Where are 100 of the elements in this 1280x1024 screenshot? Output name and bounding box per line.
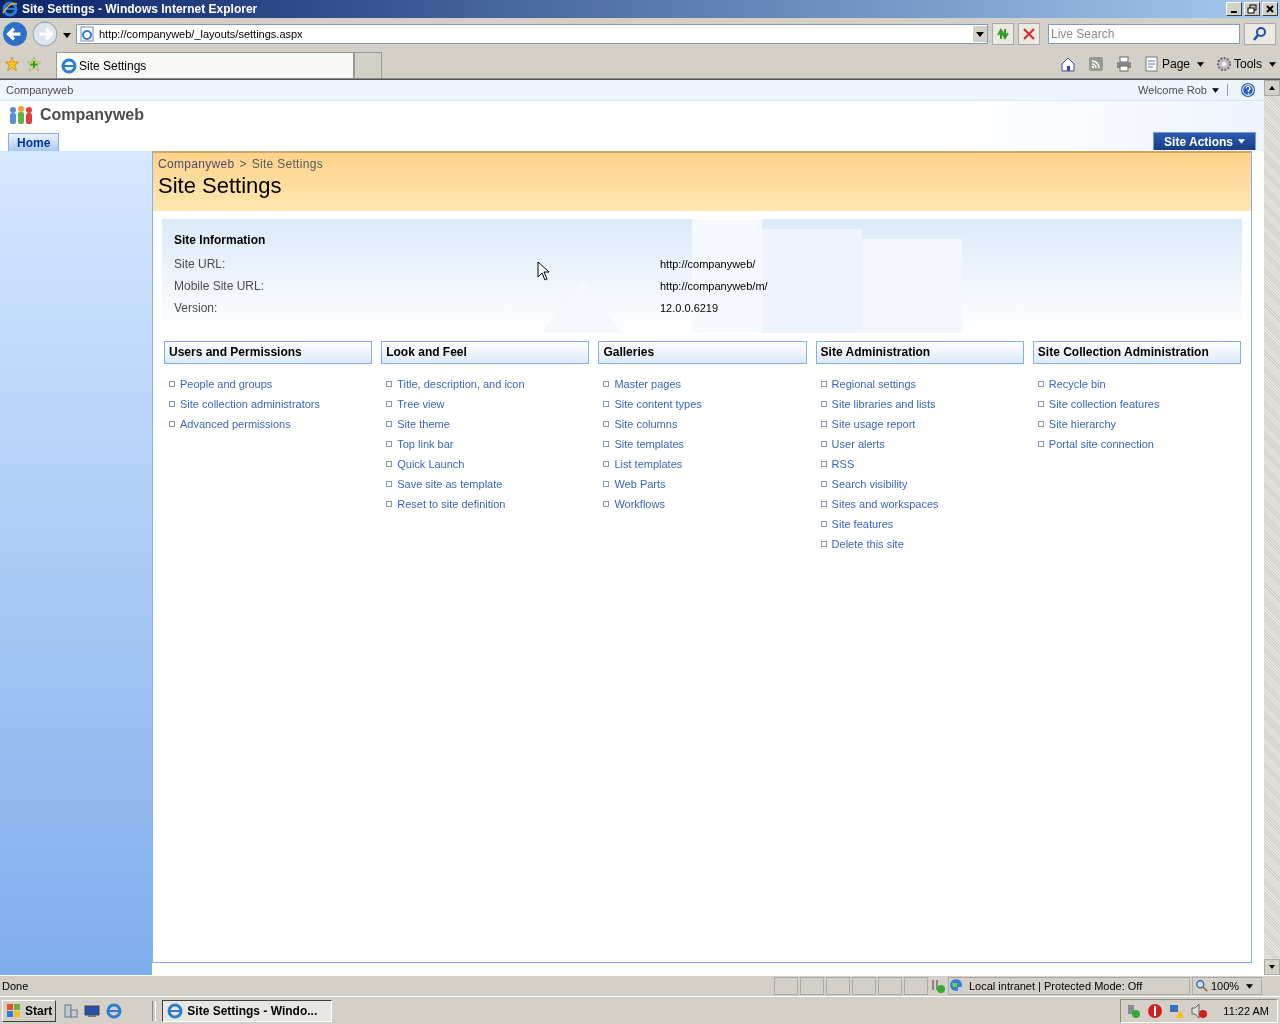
info-value: http://companyweb/m/: [660, 280, 768, 292]
magnifier-icon: [1195, 979, 1209, 993]
favorites-star-icon[interactable]: [4, 56, 20, 72]
section-header: Site Collection Administration: [1032, 341, 1241, 364]
rss-feed-icon[interactable]: [1087, 56, 1104, 72]
welcome-menu[interactable]: Welcome Rob: [1138, 84, 1219, 96]
server-manager-icon[interactable]: [62, 1002, 79, 1019]
add-favorite-icon[interactable]: [26, 56, 42, 72]
desktop-icon[interactable]: [84, 1002, 101, 1019]
settings-link[interactable]: Reset to site definition: [397, 498, 506, 510]
stop-button[interactable]: [1018, 23, 1040, 45]
refresh-button[interactable]: [992, 23, 1014, 45]
bullet-icon: [603, 401, 610, 407]
settings-link[interactable]: Site content types: [614, 398, 702, 410]
settings-link[interactable]: User alerts: [831, 438, 885, 450]
settings-link[interactable]: Workflows: [614, 498, 665, 510]
settings-link[interactable]: Master pages: [614, 378, 682, 390]
browser-icon[interactable]: [106, 1002, 123, 1019]
settings-link[interactable]: List templates: [614, 458, 683, 470]
bullet-icon: [386, 461, 393, 467]
settings-link[interactable]: Site columns: [614, 418, 678, 430]
info-value: 12.0.0.6219: [660, 302, 719, 314]
search-button[interactable]: [1244, 23, 1276, 45]
bullet-icon: [603, 501, 610, 507]
section-heading: Site Information: [174, 233, 267, 247]
alert-icon[interactable]: [1147, 1002, 1164, 1019]
settings-link[interactable]: Quick Launch: [397, 458, 465, 470]
bullet-icon: [386, 441, 393, 447]
settings-link[interactable]: Portal site connection: [1048, 438, 1154, 450]
settings-link[interactable]: Site usage report: [831, 418, 916, 430]
settings-link[interactable]: Site collection features: [1048, 398, 1160, 410]
site-actions-menu[interactable]: Site Actions: [1153, 132, 1256, 150]
minimize-button[interactable]: [1226, 2, 1242, 16]
caret-icon: [1197, 61, 1204, 67]
close-button[interactable]: [1262, 2, 1278, 16]
bullet-icon: [820, 501, 827, 507]
settings-link[interactable]: Site theme: [397, 418, 450, 430]
caret-icon: [63, 33, 71, 38]
network-warning-icon[interactable]: [1169, 1002, 1186, 1019]
browser-tab[interactable]: Site Settings: [56, 52, 354, 78]
start-button[interactable]: Start: [2, 999, 57, 1022]
settings-link[interactable]: People and groups: [180, 378, 273, 390]
muted-speaker-icon[interactable]: [1191, 1002, 1208, 1019]
settings-link[interactable]: Site features: [831, 518, 894, 530]
minimize-icon: [1231, 11, 1237, 13]
settings-link[interactable]: Site libraries and lists: [831, 398, 936, 410]
settings-link[interactable]: Web Parts: [614, 478, 666, 490]
settings-link[interactable]: Regional settings: [831, 378, 916, 390]
settings-link[interactable]: Site collection administrators: [180, 398, 320, 410]
settings-link[interactable]: RSS: [831, 458, 855, 470]
vertical-scrollbar[interactable]: [1264, 80, 1280, 975]
print-icon[interactable]: [1115, 56, 1132, 72]
settings-link[interactable]: Tree view: [397, 398, 445, 410]
bullet-icon: [169, 381, 175, 387]
settings-link[interactable]: Recycle bin: [1048, 378, 1106, 390]
taskbar-window-button[interactable]: Site Settings - Windo...: [162, 999, 333, 1022]
bullet-icon: [820, 541, 827, 547]
status-pane: [800, 977, 824, 995]
settings-link[interactable]: Advanced permissions: [180, 418, 291, 430]
home-tab[interactable]: Home: [8, 133, 60, 151]
section-header: Site Administration: [815, 341, 1024, 364]
restore-button[interactable]: [1244, 2, 1260, 16]
zoom-control[interactable]: 100%: [1192, 977, 1262, 995]
home-icon[interactable]: [1059, 56, 1076, 72]
settings-link[interactable]: Delete this site: [831, 538, 904, 550]
scroll-up-icon[interactable]: [1264, 80, 1280, 96]
settings-link[interactable]: Site hierarchy: [1048, 418, 1117, 430]
bullet-icon: [1037, 421, 1044, 427]
page-title: Site Settings: [158, 173, 283, 199]
settings-link[interactable]: Sites and workspaces: [831, 498, 939, 510]
windows-flag-icon: [6, 1002, 22, 1019]
settings-link[interactable]: Save site as template: [397, 478, 503, 490]
settings-link[interactable]: Site templates: [614, 438, 685, 450]
bullet-icon: [820, 521, 827, 527]
help-icon[interactable]: [1240, 82, 1256, 98]
caret-icon[interactable]: [976, 31, 984, 37]
back-button[interactable]: [2, 21, 28, 47]
bullet-icon: [603, 461, 610, 467]
status-text: Done: [2, 980, 30, 992]
breadcrumb-link[interactable]: Companyweb: [158, 157, 235, 171]
site-breadcrumb[interactable]: Companyweb: [6, 84, 74, 96]
breadcrumb-text: Site Settings: [251, 157, 323, 171]
scroll-down-icon[interactable]: [1264, 959, 1280, 975]
bullet-icon: [386, 481, 393, 487]
settings-link[interactable]: Top link bar: [397, 438, 454, 450]
command-menu[interactable]: Page: [1143, 56, 1204, 72]
section-header: Users and Permissions: [164, 341, 373, 364]
command-menu[interactable]: Tools: [1216, 56, 1276, 72]
bullet-icon: [820, 381, 827, 387]
site-name: Companyweb: [40, 106, 144, 124]
people-logo-icon: [8, 105, 34, 125]
address-field[interactable]: http://companyweb/_layouts/settings.aspx: [76, 24, 988, 44]
search-field[interactable]: Live Search: [1048, 24, 1240, 44]
bullet-icon: [603, 381, 610, 387]
settings-link[interactable]: Title, description, and icon: [397, 378, 525, 390]
bullet-icon: [820, 441, 827, 447]
status-pane: [826, 977, 850, 995]
settings-link[interactable]: Search visibility: [831, 478, 908, 490]
security-zone[interactable]: Local intranet | Protected Mode: Off: [948, 977, 1190, 995]
bullet-icon: [820, 401, 827, 407]
